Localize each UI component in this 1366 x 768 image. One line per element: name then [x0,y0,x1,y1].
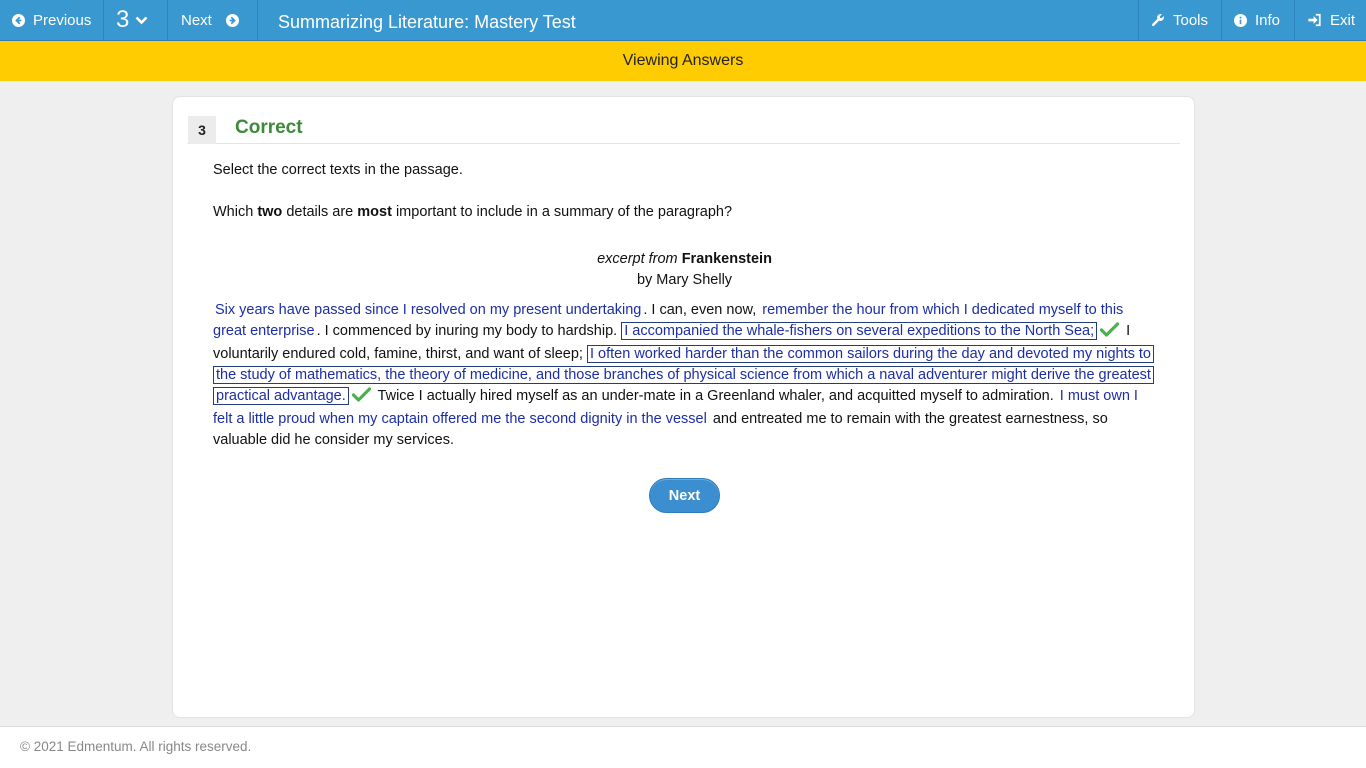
instruction-text: Select the correct texts in the passage. [213,162,463,178]
prompt-text: details are [282,204,358,220]
info-circle-icon [1234,13,1247,27]
next-button[interactable]: Next [649,478,720,513]
question-prompt: Which two details are most important to … [213,204,732,220]
exit-button[interactable]: Exit [1294,0,1366,40]
test-title: Summarizing Literature: Mastery Test [278,11,576,32]
source-author: by Mary Shelly [636,272,733,288]
checkmark-icon [351,387,371,409]
prompt-text: Which [213,204,258,220]
question-number-badge: 3 [188,116,216,144]
question-card: 3 Correct Select the correct texts in th… [172,96,1195,718]
previous-label: Previous [33,11,92,29]
chevron-down-icon [135,15,148,25]
checkmark-icon [1100,322,1120,344]
footer: © 2021 Edmentum. All rights reserved. [0,726,1366,768]
viewing-answers-banner: Viewing Answers [0,41,1366,81]
passage-text: . I can, even now, [643,302,761,318]
tools-button[interactable]: Tools [1138,0,1221,40]
selected-text[interactable]: I accompanied the whale-fishers on sever… [621,322,1098,340]
banner-text: Viewing Answers [622,52,744,69]
question-header: 3 Correct [187,116,1180,144]
toolbar-right: Tools Info Exit [1138,0,1366,40]
arrow-left-circle-icon [12,13,25,27]
question-number-dropdown[interactable]: 3 [104,0,168,40]
selectable-text[interactable]: Six years have passed since I resolved o… [213,302,643,318]
passage-text: Twice I actually hired myself as an unde… [373,388,1058,404]
info-label: Info [1255,11,1281,29]
prompt-text: important to include in a summary of the… [391,204,733,220]
wrench-icon [1151,13,1165,27]
passage: Six years have passed since I resolved o… [213,300,1159,451]
answer-status: Correct [235,117,303,138]
prompt-emphasis: two [257,204,283,220]
next-nav-label: Next [181,11,212,29]
sign-in-icon [1307,13,1322,27]
prompt-emphasis: most [357,204,392,220]
info-button[interactable]: Info [1221,0,1294,40]
previous-button[interactable]: Previous [0,0,104,40]
copyright-text: © 2021 Edmentum. All rights reserved. [20,739,252,754]
next-nav-button[interactable]: Next [168,0,258,40]
source-title: excerpt from Frankenstein [173,251,1196,267]
tools-label: Tools [1173,11,1209,29]
passage-text: . I commenced by inuring my body to hard… [316,323,622,339]
source-prefix: excerpt from [597,251,678,267]
top-navigation-bar: Previous 3 Next Summarizing Literature: … [0,0,1366,41]
question-number: 3 [116,6,130,33]
arrow-right-circle-icon [225,13,239,27]
source-work-title: Frankenstein [681,251,772,267]
exit-label: Exit [1330,11,1356,29]
